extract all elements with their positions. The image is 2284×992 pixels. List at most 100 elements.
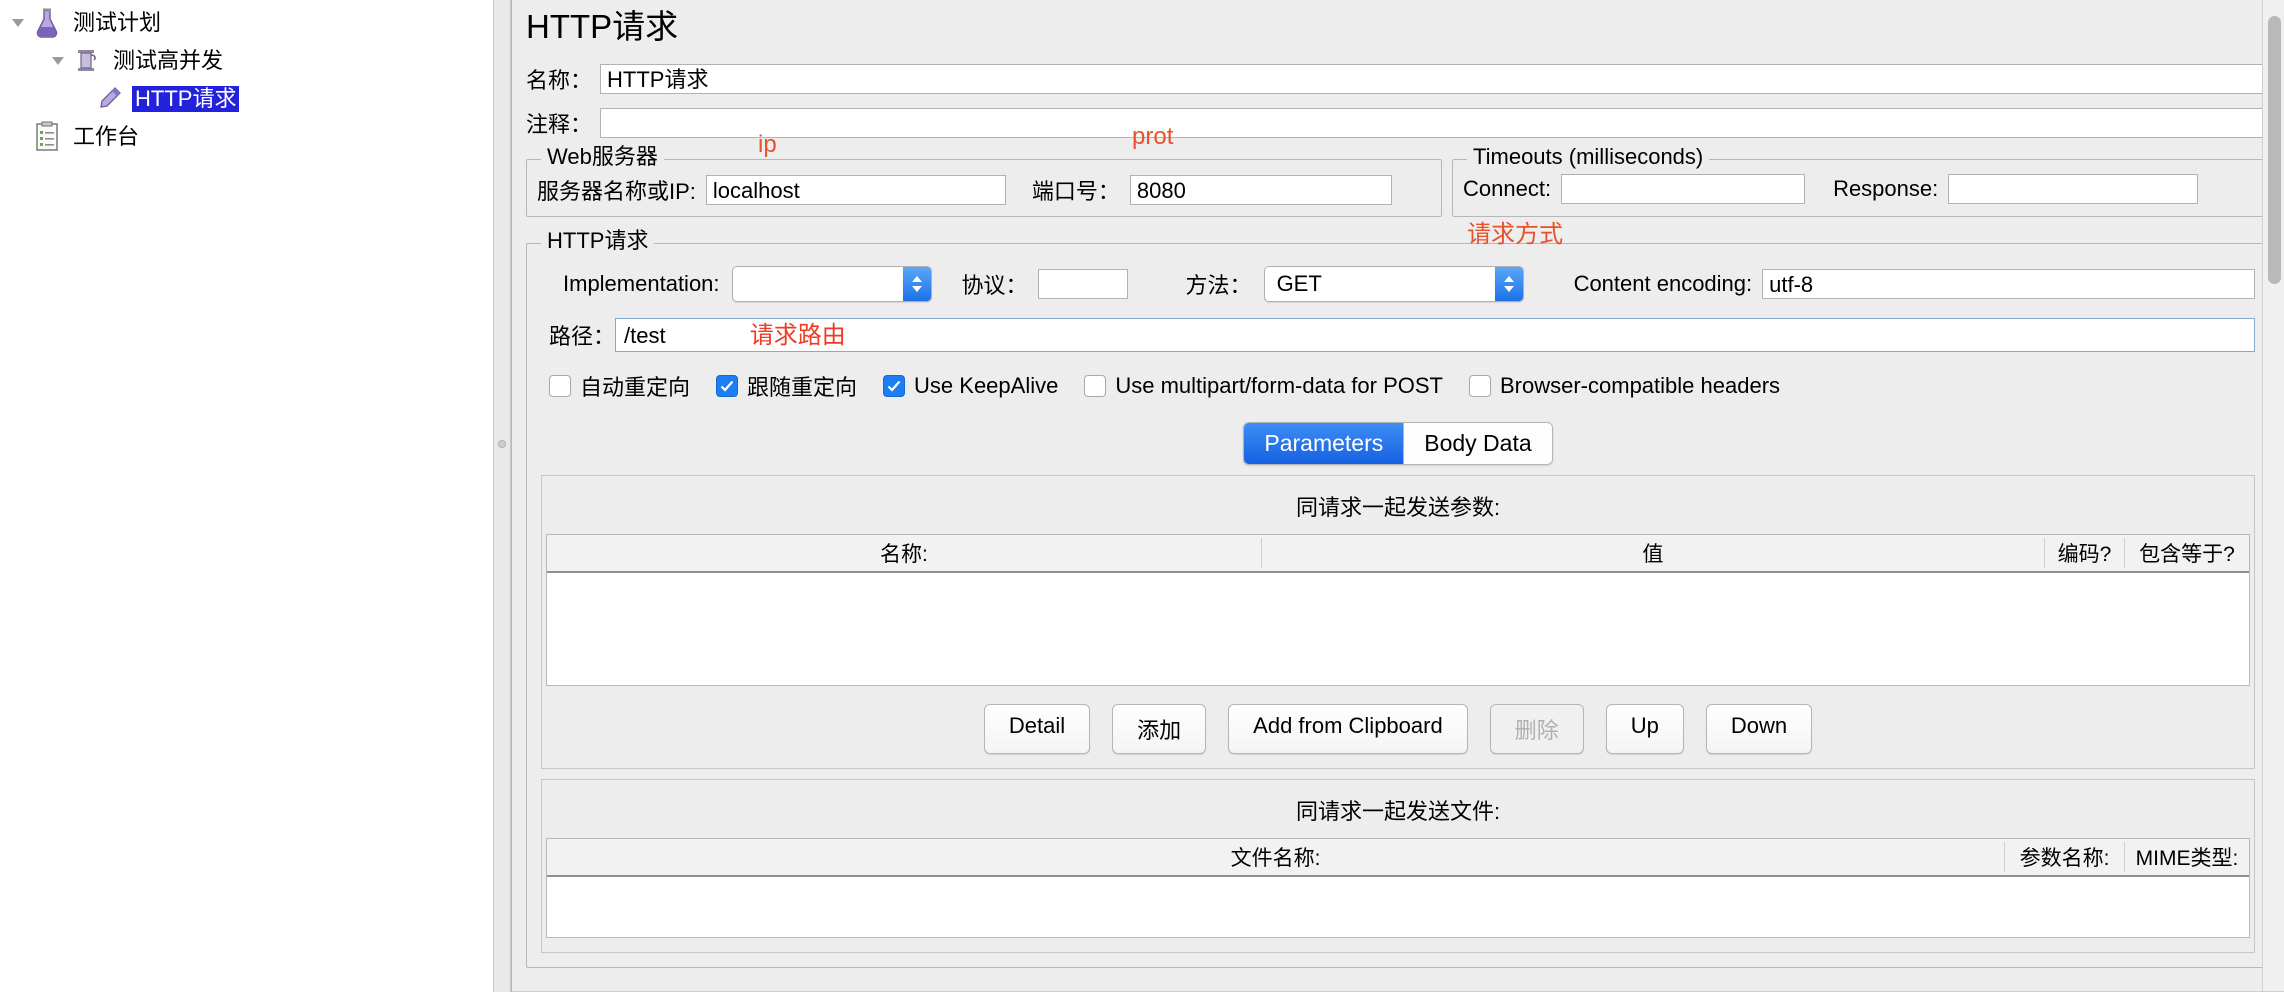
- add-button[interactable]: 添加: [1112, 704, 1207, 754]
- checkbox-follow-redirect[interactable]: 跟随重定向: [716, 370, 857, 402]
- http-request-editor: HTTP请求 名称： HTTP请求 注释： ip prot Web服务器 服务器…: [511, 0, 2284, 992]
- tree-item-label: 测试计划: [73, 10, 162, 35]
- comment-row: 注释：: [512, 101, 2284, 145]
- chevron-updown-icon[interactable]: [902, 267, 931, 301]
- files-panel: 同请求一起发送文件: 文件名称: 参数名称: MIME类型:: [541, 779, 2255, 953]
- down-button[interactable]: Down: [1705, 704, 1813, 754]
- checkbox-box[interactable]: [716, 375, 739, 397]
- sampler-icon: [92, 82, 126, 116]
- parameters-panel: 同请求一起发送参数: 名称: 值 编码? 包含等于? Detail 添加 Add…: [541, 475, 2255, 769]
- port-input[interactable]: 8080: [1129, 175, 1392, 205]
- comment-input[interactable]: [600, 108, 2272, 138]
- name-label: 名称：: [526, 68, 593, 93]
- parameters-title: 同请求一起发送参数:: [1295, 495, 1501, 520]
- pane-splitter[interactable]: [493, 0, 511, 992]
- http-checkboxes: 自动重定向 跟随重定向 Use KeepAlive Use multipart/…: [541, 370, 2255, 402]
- column-header-value[interactable]: 值: [1262, 538, 2045, 568]
- tree-item-test-plan[interactable]: 测试计划: [0, 4, 493, 42]
- tree-item-workbench[interactable]: 工作台: [0, 118, 493, 156]
- detail-button[interactable]: Detail: [983, 704, 1091, 754]
- up-button[interactable]: Up: [1605, 704, 1684, 754]
- add-from-clipboard-button[interactable]: Add from Clipboard: [1228, 704, 1468, 754]
- response-input[interactable]: [1948, 174, 2199, 204]
- http-options-row: Implementation: 协议： 方法： GET Content enco…: [541, 266, 2255, 302]
- parameters-table-body[interactable]: [547, 573, 2249, 685]
- method-label: 方法：: [1185, 273, 1252, 298]
- http-request-group: HTTP请求 请求方式 Implementation: 协议： 方法： GET …: [526, 221, 2270, 968]
- method-select[interactable]: GET: [1263, 266, 1524, 302]
- http-request-legend: HTTP请求: [541, 230, 655, 252]
- checkbox-label: 自动重定向: [580, 375, 691, 400]
- connect-input[interactable]: [1561, 174, 1806, 204]
- path-value: /test: [624, 323, 666, 348]
- chevron-down-icon[interactable]: [46, 49, 70, 73]
- checkbox-use-multipart[interactable]: Use multipart/form-data for POST: [1084, 373, 1443, 399]
- checkbox-box[interactable]: [549, 375, 571, 397]
- vertical-scrollbar[interactable]: [2262, 0, 2284, 992]
- flask-icon: [30, 6, 64, 40]
- comment-label: 注释：: [526, 112, 593, 137]
- connect-label: Connect:: [1463, 176, 1552, 201]
- checkbox-label: Browser-compatible headers: [1500, 373, 1781, 398]
- annotation-ip: ip: [758, 131, 777, 158]
- encoding-input[interactable]: utf-8: [1762, 269, 2255, 299]
- annotation-path: 请求路由: [749, 322, 846, 349]
- splitter-grip[interactable]: [498, 440, 506, 448]
- path-input[interactable]: /test 请求路由: [615, 318, 2255, 352]
- scrollbar-thumb[interactable]: [2268, 16, 2281, 284]
- column-header-param-name[interactable]: 参数名称:: [2005, 842, 2125, 872]
- checkbox-browser-compatible-headers[interactable]: Browser-compatible headers: [1469, 373, 1780, 399]
- column-header-name[interactable]: 名称:: [547, 538, 1262, 568]
- parameters-table-header: 名称: 值 编码? 包含等于?: [547, 535, 2249, 573]
- host-input[interactable]: localhost: [705, 175, 1006, 205]
- checkbox-box[interactable]: [1084, 375, 1107, 397]
- web-server-legend: Web服务器: [541, 146, 664, 168]
- parameters-table[interactable]: 名称: 值 编码? 包含等于?: [546, 534, 2250, 686]
- response-label: Response:: [1833, 176, 1939, 201]
- column-header-include-equals[interactable]: 包含等于?: [2125, 538, 2249, 568]
- tab-parameters[interactable]: Parameters: [1244, 423, 1404, 464]
- checkbox-use-keepalive[interactable]: Use KeepAlive: [883, 373, 1058, 399]
- protocol-label: 协议：: [961, 273, 1028, 298]
- column-header-encode[interactable]: 编码?: [2045, 538, 2125, 568]
- column-header-mime-type[interactable]: MIME类型:: [2125, 842, 2249, 872]
- data-tabs: Parameters Body Data: [541, 422, 2255, 465]
- implementation-select[interactable]: [731, 266, 932, 302]
- implementation-label: Implementation:: [563, 271, 720, 296]
- checkbox-label: Use KeepAlive: [914, 373, 1059, 398]
- test-plan-tree[interactable]: 测试计划 测试高并发 HTTP请求 工作台: [0, 0, 493, 992]
- checkbox-label: Use multipart/form-data for POST: [1115, 373, 1443, 398]
- tree-item-thread-group[interactable]: 测试高并发: [0, 42, 493, 80]
- checkbox-box[interactable]: [883, 375, 906, 397]
- path-row: 路径： /test 请求路由: [541, 318, 2255, 352]
- workbench-icon: [30, 120, 64, 154]
- protocol-input[interactable]: [1037, 269, 1128, 299]
- server-and-timeouts: ip prot Web服务器 服务器名称或IP: localhost 端口号： …: [512, 123, 2284, 217]
- annotation-method: 请求方式: [1467, 221, 1563, 248]
- files-table-body[interactable]: [547, 877, 2249, 937]
- files-title: 同请求一起发送文件:: [1295, 799, 1501, 824]
- files-table-header: 文件名称: 参数名称: MIME类型:: [547, 839, 2249, 877]
- encoding-label: Content encoding:: [1573, 271, 1753, 296]
- tree-item-label: 工作台: [73, 124, 140, 149]
- port-label: 端口号：: [1031, 179, 1120, 204]
- parameters-buttons: Detail 添加 Add from Clipboard 删除 Up Down: [542, 704, 2254, 754]
- timeouts-legend: Timeouts (milliseconds): [1467, 146, 1710, 168]
- timeouts-group: Timeouts (milliseconds) Connect: Respons…: [1452, 146, 2270, 217]
- chevron-updown-icon[interactable]: [1494, 267, 1523, 301]
- checkbox-label: 跟随重定向: [747, 375, 858, 400]
- tree-item-label: 测试高并发: [113, 48, 224, 73]
- name-input[interactable]: HTTP请求: [600, 64, 2272, 94]
- tree-item-label: HTTP请求: [132, 86, 240, 112]
- tab-body-data[interactable]: Body Data: [1403, 423, 1552, 464]
- name-row: 名称： HTTP请求: [512, 57, 2284, 101]
- column-header-filename[interactable]: 文件名称:: [547, 842, 2005, 872]
- page-title: HTTP请求: [526, 8, 679, 45]
- chevron-down-icon[interactable]: [6, 11, 30, 35]
- delete-button: 删除: [1489, 704, 1584, 754]
- checkbox-auto-redirect[interactable]: 自动重定向: [549, 370, 690, 402]
- host-label: 服务器名称或IP:: [537, 179, 696, 204]
- tree-item-http-request[interactable]: HTTP请求: [0, 80, 493, 118]
- checkbox-box[interactable]: [1469, 375, 1491, 397]
- files-table[interactable]: 文件名称: 参数名称: MIME类型:: [546, 838, 2250, 938]
